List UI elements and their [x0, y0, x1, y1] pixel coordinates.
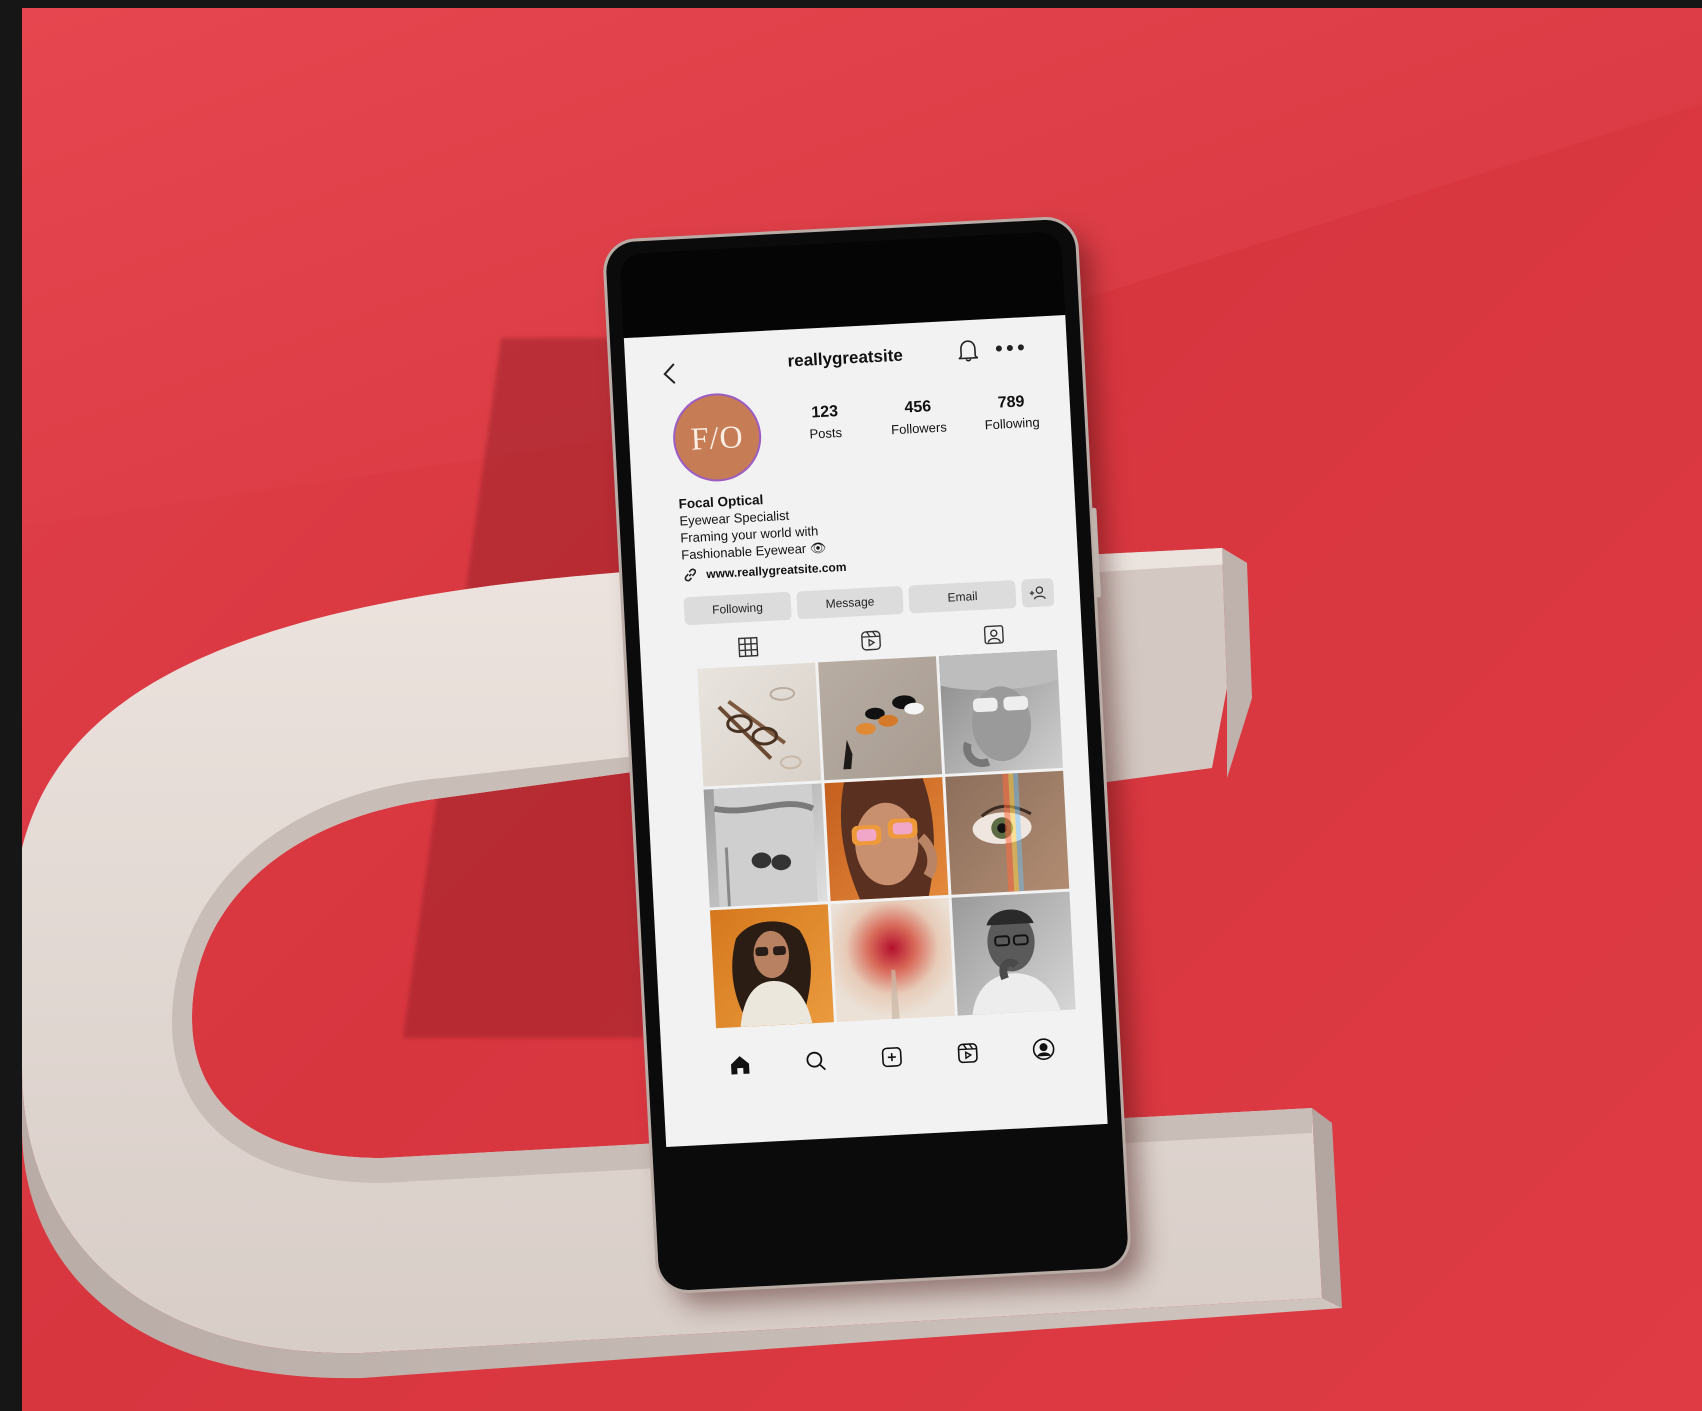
- link-icon: [684, 568, 697, 582]
- add-person-icon: [1029, 586, 1046, 600]
- stat-following[interactable]: 789 Following: [964, 392, 1060, 447]
- reels-icon: [861, 630, 881, 651]
- stat-followers[interactable]: 456 Followers: [871, 396, 967, 451]
- post-thumbnail[interactable]: [830, 897, 955, 1022]
- nav-profile[interactable]: [1005, 1027, 1083, 1071]
- nav-search[interactable]: [777, 1039, 855, 1083]
- tab-reels[interactable]: [809, 622, 934, 658]
- blurred-flower-photo: [891, 969, 900, 1020]
- stat-label: Following: [984, 414, 1040, 433]
- more-dots-icon[interactable]: [995, 343, 1025, 353]
- profile-stats: 123 Posts 456 Followers 789 Following: [778, 392, 1060, 457]
- post-thumbnail[interactable]: [703, 783, 828, 908]
- following-button[interactable]: Following: [683, 591, 792, 626]
- woman-white-sunglasses-photo: [938, 649, 1059, 767]
- stat-value: 456: [904, 398, 932, 417]
- avatar-initials: F/O: [689, 417, 745, 457]
- stat-posts[interactable]: 123 Posts: [778, 401, 874, 456]
- add-person-button[interactable]: [1021, 578, 1055, 608]
- post-thumbnail[interactable]: [697, 662, 822, 787]
- bell-icon[interactable]: [956, 338, 979, 363]
- woman-curly-hair-photo: [732, 921, 813, 1027]
- post-thumbnail[interactable]: [945, 770, 1070, 895]
- reels-icon: [957, 1043, 978, 1064]
- profile-screen: reallygreatsite F/O 123 Posts 456 Follow…: [623, 315, 1108, 1148]
- nav-home[interactable]: [701, 1043, 779, 1087]
- website-link[interactable]: www.reallygreatsite.com: [682, 559, 847, 584]
- grid-icon: [737, 636, 759, 658]
- profile-avatar[interactable]: F/O: [673, 393, 762, 482]
- bottom-navigation: [701, 1027, 1083, 1087]
- glasses-in-pocket-photo: [713, 783, 818, 907]
- sunglasses-on-sand-photo: [843, 695, 924, 770]
- glasses-photo: [717, 686, 802, 770]
- post-thumbnail[interactable]: [824, 777, 949, 902]
- stat-label: Followers: [890, 419, 948, 438]
- profile-icon: [1032, 1038, 1055, 1060]
- profile-username: reallygreatsite: [787, 345, 904, 371]
- woman-orange-sunglasses-photo: [840, 778, 938, 900]
- post-thumbnail[interactable]: [951, 891, 1076, 1016]
- email-button[interactable]: Email: [908, 580, 1017, 614]
- home-icon: [731, 1056, 750, 1075]
- search-icon: [806, 1051, 827, 1071]
- tab-tagged[interactable]: [932, 616, 1057, 652]
- tagged-icon: [984, 625, 1005, 645]
- man-portrait-photo: [972, 909, 1061, 1015]
- post-thumbnail[interactable]: [938, 649, 1063, 774]
- nav-reels[interactable]: [929, 1031, 1007, 1075]
- stat-label: Posts: [809, 424, 843, 442]
- nav-add-post[interactable]: [853, 1035, 931, 1079]
- add-post-icon: [881, 1047, 902, 1068]
- eye-rainbow-photo: [972, 773, 1032, 892]
- website-url[interactable]: www.reallygreatsite.com: [706, 560, 847, 581]
- profile-bio: Focal Optical Eyewear Specialist Framing…: [678, 480, 981, 564]
- stat-value: 123: [810, 403, 839, 422]
- post-thumbnail[interactable]: [709, 904, 834, 1029]
- post-thumbnail[interactable]: [818, 656, 943, 781]
- photo-background: reallygreatsite F/O 123 Posts 456 Follow…: [22, 8, 1702, 1411]
- tab-posts-grid[interactable]: [685, 629, 810, 665]
- posts-grid: [697, 649, 1076, 1029]
- chevron-left-icon[interactable]: [659, 361, 680, 386]
- stat-value: 789: [997, 393, 1025, 412]
- phone-device: reallygreatsite F/O 123 Posts 456 Follow…: [604, 218, 1130, 1292]
- message-button[interactable]: Message: [796, 585, 905, 620]
